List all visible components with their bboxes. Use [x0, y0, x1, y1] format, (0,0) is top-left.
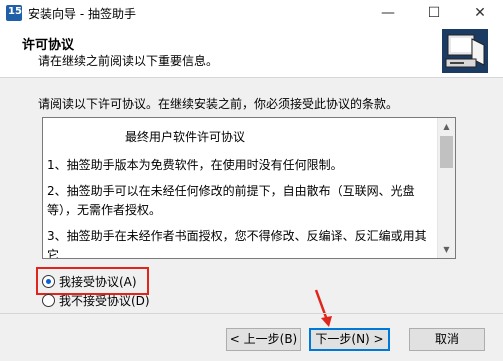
- wizard-header: 许可协议 请在继续之前阅读以下重要信息。: [0, 26, 503, 78]
- reject-radio-option[interactable]: 我不接受协议(D): [42, 292, 150, 308]
- page-subtitle: 请在继续之前阅读以下重要信息。: [38, 54, 219, 68]
- close-button[interactable]: ✕: [457, 0, 503, 26]
- accept-label[interactable]: 我接受协议(A): [59, 273, 137, 290]
- divider: [0, 313, 503, 314]
- accept-radio-option[interactable]: 我接受协议(A): [42, 273, 137, 289]
- title-bar: 15 安装向导 - 抽签助手 — ☐ ✕: [0, 0, 503, 27]
- app-icon: 15: [6, 5, 22, 21]
- license-paragraph: 1、抽签助手版本为免费软件，在使用时没有任何限制。: [47, 158, 343, 172]
- scroll-up-icon[interactable]: ▲: [438, 118, 455, 135]
- accept-radio[interactable]: [42, 274, 55, 288]
- scroll-down-icon[interactable]: ▼: [438, 241, 455, 258]
- intro-text: 请阅读以下许可协议。在继续安装之前，你必须接受此协议的条款。: [38, 97, 399, 111]
- annotation-arrow-icon: [314, 289, 332, 327]
- installer-computer-icon: [442, 29, 488, 73]
- page-title: 许可协议: [22, 38, 75, 53]
- minimize-button[interactable]: —: [365, 0, 411, 26]
- reject-label[interactable]: 我不接受协议(D): [59, 292, 150, 309]
- maximize-button[interactable]: ☐: [411, 0, 457, 26]
- reject-radio[interactable]: [42, 293, 55, 307]
- license-paragraph: 2、抽签助手可以在未经任何修改的前提下，自由散布（互联网、光盘等），无需作者授权…: [47, 184, 415, 217]
- license-paragraph: 3、抽签助手在未经作者书面授权，您不得修改、反编译、反汇编或用其它: [47, 229, 427, 259]
- back-button[interactable]: < 上一步(B): [226, 328, 301, 351]
- license-scrollbar[interactable]: ▲ ▼: [437, 118, 455, 258]
- next-button[interactable]: 下一步(N) >: [309, 328, 390, 351]
- cancel-button[interactable]: 取消: [409, 328, 485, 351]
- scroll-thumb[interactable]: [440, 136, 453, 168]
- license-title: 最终用户软件许可协议: [125, 130, 246, 144]
- window-title: 安装向导 - 抽签助手: [28, 7, 136, 21]
- license-textbox[interactable]: 最终用户软件许可协议 1、抽签助手版本为免费软件，在使用时没有任何限制。 2、抽…: [42, 117, 456, 259]
- license-content: 最终用户软件许可协议 1、抽签助手版本为免费软件，在使用时没有任何限制。 2、抽…: [47, 122, 433, 259]
